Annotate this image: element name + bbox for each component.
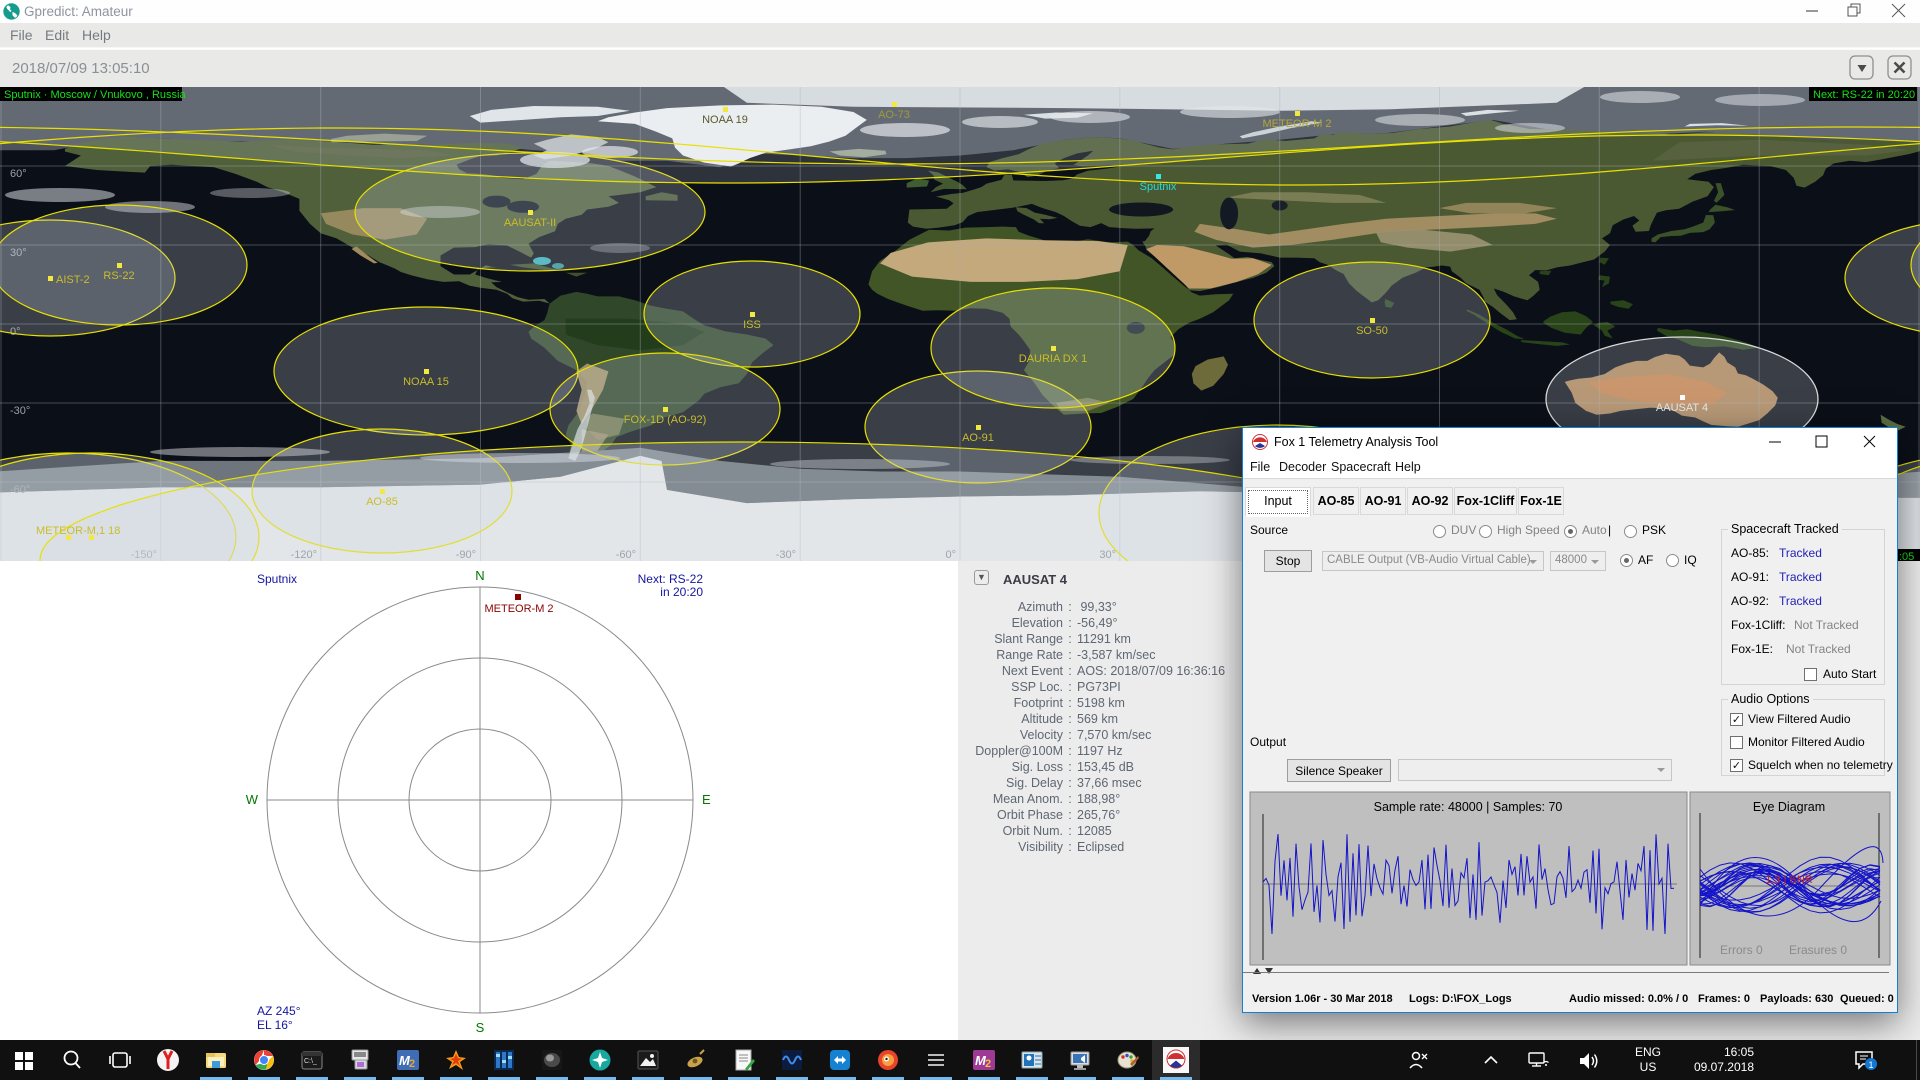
svg-text:FOX-1D (AO-92): FOX-1D (AO-92): [624, 414, 707, 426]
svg-text:METEOR-M 2: METEOR-M 2: [484, 603, 553, 615]
svg-text:Eye Diagram: Eye Diagram: [1753, 800, 1825, 814]
svg-text:Next: RS-22: Next: RS-22: [638, 572, 704, 586]
svg-text:Errors 0: Errors 0: [1720, 943, 1763, 957]
svg-text:Erasures 0: Erasures 0: [1789, 943, 1847, 957]
svg-text:W: W: [246, 792, 259, 807]
svg-text:-30°: -30°: [10, 405, 30, 417]
svg-text:S: S: [476, 1020, 485, 1035]
svg-text:ISS: ISS: [743, 319, 761, 331]
svg-text:AO-85: AO-85: [366, 496, 398, 508]
svg-text:Next: RS-22 in 20:20: Next: RS-22 in 20:20: [1813, 89, 1915, 101]
svg-text:AO-91: AO-91: [962, 432, 994, 444]
svg-text:AIST-2: AIST-2: [56, 274, 90, 286]
svg-text:1,3 | SNR: 1,3 | SNR: [1765, 874, 1813, 886]
svg-text:Sputnix · Moscow / Vnukovo , R: Sputnix · Moscow / Vnukovo , Russia: [4, 89, 186, 101]
svg-text:AAUSAT-II: AAUSAT-II: [504, 217, 556, 229]
svg-text:EL 16°: EL 16°: [257, 1018, 293, 1032]
svg-text:Sputnix: Sputnix: [1140, 181, 1177, 193]
svg-text:N: N: [475, 568, 484, 583]
svg-text:in 20:20: in 20:20: [660, 585, 703, 599]
svg-text:60°: 60°: [10, 168, 27, 180]
svg-text:1: 1: [1868, 1060, 1873, 1070]
svg-text:AO-73: AO-73: [878, 109, 910, 121]
svg-text:RS-22: RS-22: [103, 270, 134, 282]
svg-text:Sample rate: 48000 | Samples:: Sample rate: 48000 | Samples: 70: [1374, 800, 1563, 814]
svg-text:Sputnix: Sputnix: [257, 572, 297, 586]
svg-text:NOAA 15: NOAA 15: [403, 376, 449, 388]
svg-text:NOAA 19: NOAA 19: [702, 114, 748, 126]
svg-text:E: E: [702, 792, 711, 807]
svg-text:METEOR-M 2: METEOR-M 2: [1262, 118, 1331, 130]
svg-text:DAURIA DX 1: DAURIA DX 1: [1019, 353, 1087, 365]
svg-text:METEOR-M,1 18: METEOR-M,1 18: [36, 525, 120, 537]
svg-text::05: :05: [1899, 551, 1914, 561]
svg-text:AAUSAT 4: AAUSAT 4: [1656, 402, 1708, 414]
svg-text:SO-50: SO-50: [1356, 325, 1388, 337]
svg-text:AZ 245°: AZ 245°: [257, 1004, 301, 1018]
